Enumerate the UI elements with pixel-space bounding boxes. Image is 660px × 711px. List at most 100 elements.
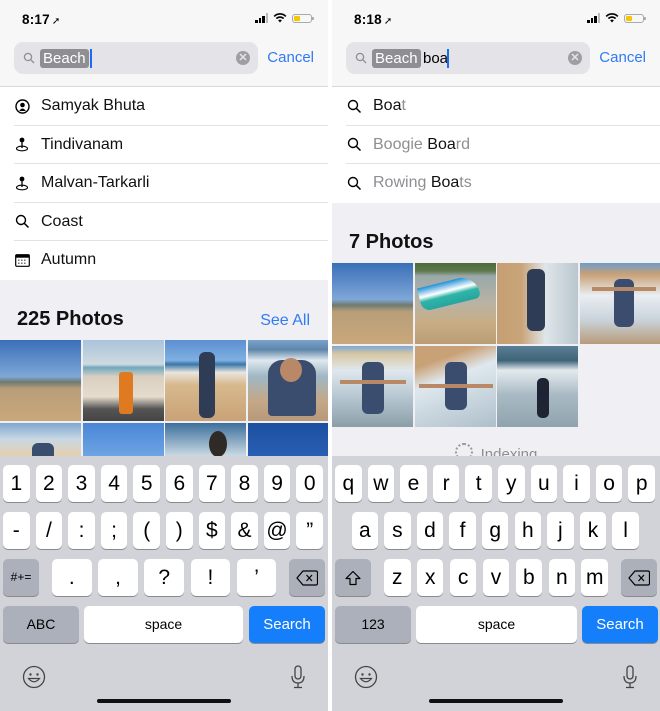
search-input[interactable]: Beach boa ✕ <box>346 42 590 74</box>
cancel-button[interactable]: Cancel <box>267 49 314 66</box>
battery-icon <box>292 13 314 23</box>
cancel-button[interactable]: Cancel <box>599 49 646 66</box>
microphone-icon[interactable] <box>622 665 638 689</box>
emoji-icon[interactable] <box>354 665 378 689</box>
key[interactable]: k <box>579 512 607 549</box>
home-indicator[interactable] <box>429 699 563 703</box>
key[interactable]: 0 <box>296 465 323 502</box>
key[interactable]: 5 <box>133 465 160 502</box>
key[interactable]: 2 <box>35 465 63 502</box>
key[interactable]: u <box>530 465 558 502</box>
key[interactable]: 3 <box>68 465 95 502</box>
location-arrow-icon: ➚ <box>383 16 393 27</box>
key[interactable]: ? <box>144 559 184 596</box>
key[interactable]: ! <box>190 559 231 596</box>
photo-thumbnail[interactable] <box>332 263 413 344</box>
key[interactable]: s <box>384 512 411 549</box>
suggestion-row[interactable]: Coast <box>14 203 328 241</box>
key[interactable]: w <box>367 465 395 502</box>
key[interactable]: 4 <box>100 465 128 502</box>
microphone-icon[interactable] <box>290 665 306 689</box>
search-key[interactable]: Search <box>249 606 325 643</box>
more-symbols-key[interactable]: #+= <box>3 559 39 596</box>
photo-thumbnail[interactable] <box>82 340 164 421</box>
suggestion-list: Boat Boogie Board Rowing Boats <box>332 87 660 203</box>
key[interactable]: ( <box>133 512 160 549</box>
photo-thumbnail[interactable] <box>0 340 81 421</box>
key[interactable]: . <box>52 559 92 596</box>
backspace-key[interactable] <box>621 559 657 596</box>
suggestion-row[interactable]: Samyak Bhuta <box>14 87 328 126</box>
space-key[interactable]: space <box>416 606 577 643</box>
key[interactable]: r <box>432 465 460 502</box>
suggestion-row[interactable]: Boogie Board <box>346 126 660 164</box>
key[interactable]: & <box>231 512 258 549</box>
abc-key[interactable]: ABC <box>3 606 79 643</box>
key[interactable]: @ <box>263 512 291 549</box>
key[interactable]: o <box>595 465 623 502</box>
key[interactable]: y <box>498 465 525 502</box>
photo-thumbnail[interactable] <box>579 263 660 344</box>
key[interactable]: v <box>482 559 510 596</box>
key[interactable]: m <box>581 559 608 596</box>
key[interactable]: j <box>547 512 574 549</box>
suggestion-label: Rowing Boats <box>373 174 472 192</box>
key[interactable]: q <box>335 465 362 502</box>
photo-thumbnail[interactable] <box>414 345 496 427</box>
key[interactable]: 7 <box>198 465 226 502</box>
key[interactable]: ” <box>296 512 323 549</box>
key[interactable]: ; <box>100 512 128 549</box>
key[interactable]: b <box>515 559 543 596</box>
key[interactable]: d <box>416 512 444 549</box>
key[interactable]: h <box>514 512 542 549</box>
key[interactable]: x <box>416 559 444 596</box>
suggestion-row[interactable]: Autumn <box>14 241 328 280</box>
photo-thumbnail[interactable] <box>332 345 413 427</box>
photo-thumbnail[interactable] <box>497 345 578 427</box>
suggestion-row[interactable]: Tindivanam <box>14 126 328 164</box>
key[interactable]: , <box>98 559 138 596</box>
key[interactable]: - <box>3 512 30 549</box>
key[interactable]: l <box>612 512 639 549</box>
key[interactable]: : <box>68 512 95 549</box>
key[interactable]: / <box>35 512 63 549</box>
suggestion-row[interactable]: Rowing Boats <box>346 164 660 203</box>
key[interactable]: 9 <box>263 465 291 502</box>
key[interactable]: p <box>628 465 655 502</box>
photo-thumbnail[interactable] <box>497 263 578 344</box>
key[interactable]: ’ <box>236 559 277 596</box>
key[interactable]: i <box>563 465 590 502</box>
key[interactable]: a <box>351 512 379 549</box>
key[interactable]: t <box>465 465 492 502</box>
home-indicator[interactable] <box>97 699 231 703</box>
photo-thumbnail[interactable] <box>247 340 328 421</box>
emoji-icon[interactable] <box>22 665 46 689</box>
key[interactable]: e <box>400 465 427 502</box>
search-token[interactable]: Beach <box>372 49 421 68</box>
clear-text-icon[interactable]: ✕ <box>568 51 582 65</box>
see-all-link[interactable]: See All <box>260 312 310 330</box>
search-key[interactable]: Search <box>582 606 658 643</box>
key[interactable]: f <box>449 512 476 549</box>
key[interactable]: 6 <box>166 465 193 502</box>
key[interactable]: c <box>449 559 477 596</box>
backspace-key[interactable] <box>289 559 325 596</box>
text-cursor <box>90 49 92 68</box>
space-key[interactable]: space <box>84 606 243 643</box>
search-input[interactable]: Beach ✕ <box>14 42 258 74</box>
key[interactable]: 8 <box>231 465 258 502</box>
key[interactable]: 1 <box>3 465 30 502</box>
photo-thumbnail[interactable] <box>165 340 246 421</box>
suggestion-row[interactable]: Malvan-Tarkarli <box>14 164 328 203</box>
key[interactable]: n <box>548 559 576 596</box>
photo-thumbnail[interactable] <box>414 263 496 344</box>
numbers-key[interactable]: 123 <box>335 606 411 643</box>
key[interactable]: $ <box>198 512 226 549</box>
search-token[interactable]: Beach <box>40 49 89 68</box>
key[interactable]: ) <box>166 512 193 549</box>
suggestion-row[interactable]: Boat <box>346 87 660 126</box>
clear-text-icon[interactable]: ✕ <box>236 51 250 65</box>
key[interactable]: g <box>481 512 509 549</box>
key[interactable]: z <box>384 559 411 596</box>
shift-key[interactable] <box>335 559 371 596</box>
